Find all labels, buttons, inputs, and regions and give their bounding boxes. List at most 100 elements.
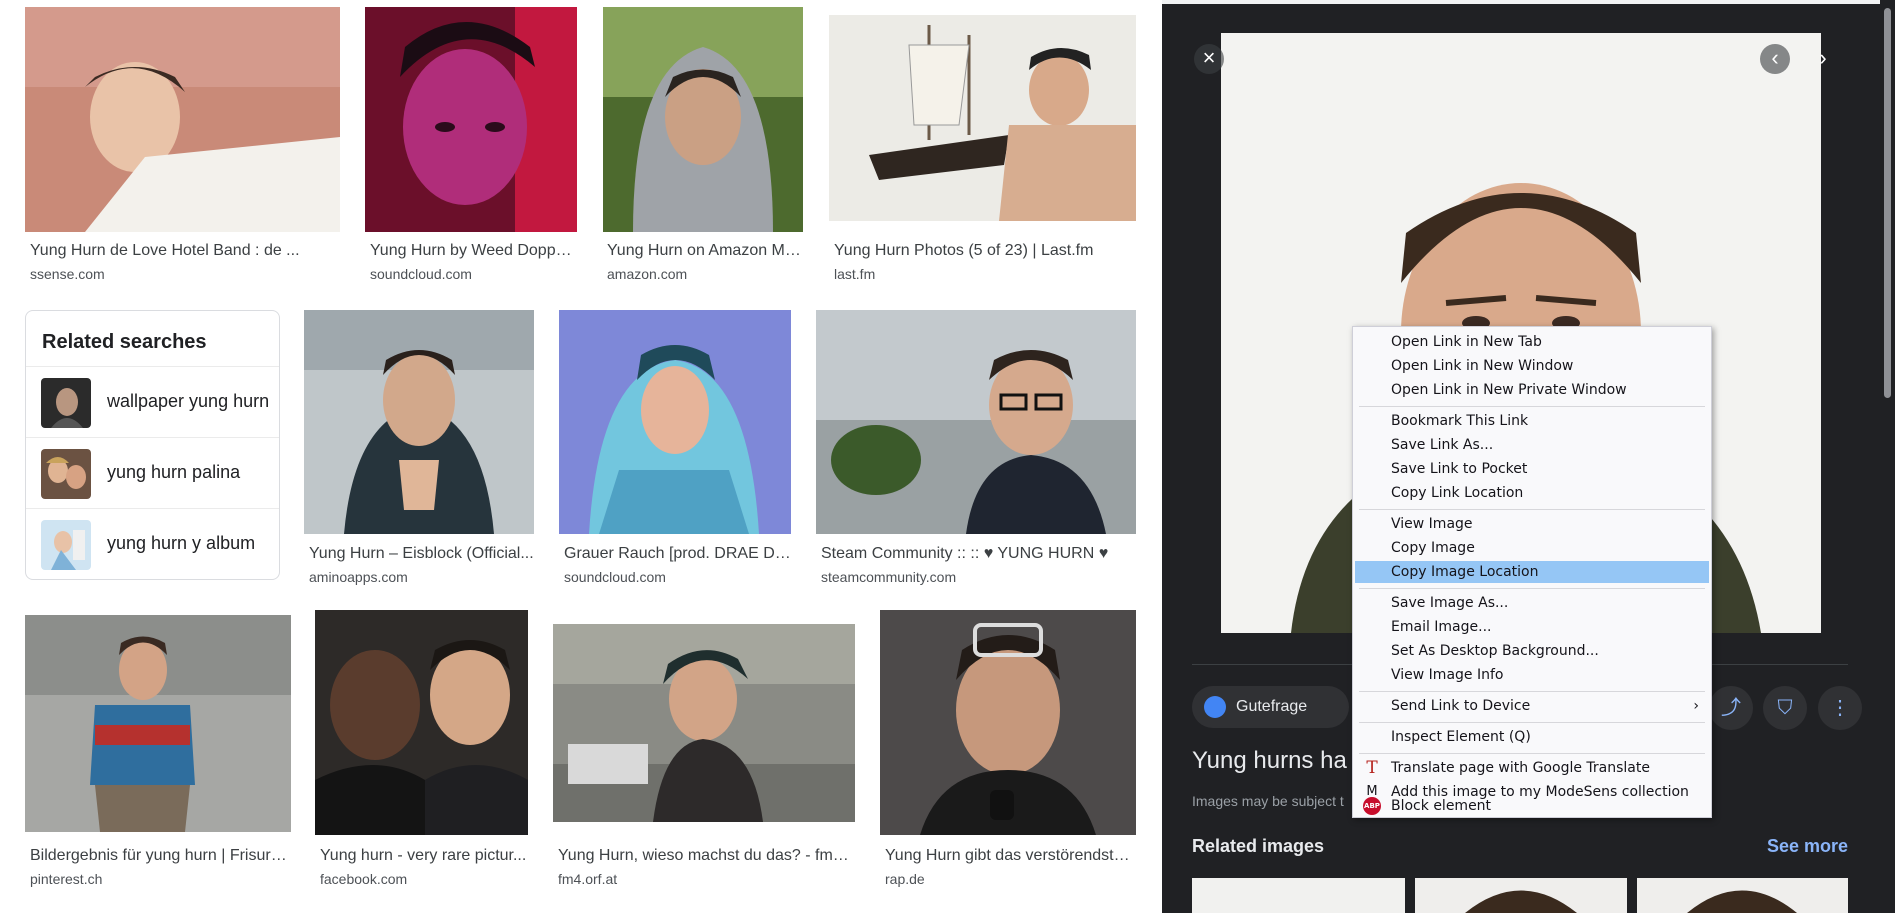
result-title[interactable]: Yung Hurn Photos (5 of 23) | Last.fm — [834, 242, 1136, 260]
result-thumbnail[interactable] — [315, 610, 528, 835]
menu-item-copy-link-location[interactable]: Copy Link Location — [1355, 482, 1709, 504]
related-search-label: yung hurn palina — [107, 462, 241, 482]
bookmark-icon: ⛉ — [1777, 697, 1793, 719]
close-icon: × — [1202, 45, 1216, 70]
result-title[interactable]: Yung Hurn gibt das verstörendste ... — [885, 847, 1136, 865]
menu-item-view-image[interactable]: View Image — [1355, 513, 1709, 535]
related-search-item[interactable]: yung hurn palina — [26, 437, 279, 508]
context-menu: Open Link in New Tab Open Link in New Wi… — [1352, 326, 1712, 818]
menu-separator — [1359, 588, 1705, 589]
result-thumbnail[interactable] — [553, 624, 855, 822]
menu-item-label: Send Link to Device — [1391, 698, 1531, 714]
menu-item-label: Block element — [1391, 798, 1492, 814]
menu-item-block-element[interactable]: ABP Block element — [1355, 795, 1709, 817]
related-search-thumbnail — [41, 378, 91, 428]
menu-item-view-image-info[interactable]: View Image Info — [1355, 664, 1709, 686]
related-search-thumbnail — [41, 449, 91, 499]
share-button[interactable]: ⤴ — [1709, 686, 1753, 730]
related-search-label: yung hurn y album — [107, 533, 256, 553]
previous-image-button[interactable]: ‹ — [1760, 44, 1790, 74]
result-site: steamcommunity.com — [821, 569, 957, 585]
result-title[interactable]: Steam Community :: :: ♥ YUNG HURN ♥ — [821, 545, 1136, 563]
result-site: facebook.com — [320, 871, 408, 887]
menu-item-email-image[interactable]: Email Image... — [1355, 616, 1709, 638]
more-vert-icon: ⋮ — [1830, 697, 1850, 719]
next-image-button[interactable]: › — [1808, 44, 1838, 74]
menu-separator — [1359, 406, 1705, 407]
result-thumbnail[interactable] — [829, 15, 1136, 221]
result-title[interactable]: Yung Hurn by Weed Dopped... — [370, 242, 577, 260]
result-title[interactable]: Yung hurn - very rare pictur... — [320, 847, 528, 865]
submenu-arrow-icon: › — [1693, 698, 1699, 714]
menu-item-save-link-as[interactable]: Save Link As... — [1355, 434, 1709, 456]
menu-item-google-translate[interactable]: T Translate page with Google Translate — [1355, 757, 1709, 779]
result-title[interactable]: Grauer Rauch [prod. DRAE DA ... — [564, 545, 791, 563]
menu-item-send-link-to-device[interactable]: Send Link to Device › — [1355, 695, 1709, 717]
result-thumbnail[interactable] — [25, 615, 291, 832]
menu-separator — [1359, 753, 1705, 754]
result-title[interactable]: Yung Hurn – Eisblock (Official... — [309, 545, 534, 563]
copyright-note: Images may be subject t — [1192, 793, 1344, 809]
see-more-link[interactable]: See more — [1767, 836, 1848, 857]
abp-icon: ABP — [1363, 797, 1381, 815]
related-search-item[interactable]: yung hurn y album — [26, 508, 279, 579]
preview-title[interactable]: Yung hurns ha — [1192, 747, 1347, 775]
related-image-thumbnail[interactable] — [1637, 878, 1848, 913]
related-search-label: wallpaper yung hurn — [107, 391, 270, 411]
result-thumbnail[interactable] — [880, 610, 1136, 835]
chevron-right-icon: › — [1819, 45, 1827, 70]
menu-item-open-link-new-tab[interactable]: Open Link in New Tab — [1355, 331, 1709, 353]
related-searches-card: Related searches wallpaper yung hurn yun… — [25, 310, 280, 580]
menu-separator — [1359, 722, 1705, 723]
result-site: aminoapps.com — [309, 569, 408, 585]
globe-icon — [1204, 696, 1226, 718]
menu-item-save-image-as[interactable]: Save Image As... — [1355, 592, 1709, 614]
related-images-heading: Related images — [1192, 836, 1325, 856]
result-title[interactable]: Yung Hurn de Love Hotel Band : de ... — [30, 242, 340, 260]
menu-item-inspect-element[interactable]: Inspect Element (Q) — [1355, 726, 1709, 748]
scrollbar-thumb[interactable] — [1884, 8, 1891, 398]
result-title[interactable]: Bildergebnis für yung hurn | Frisure... — [30, 847, 291, 865]
menu-separator — [1359, 691, 1705, 692]
result-title[interactable]: Yung Hurn on Amazon Mu... — [607, 242, 803, 260]
result-site: amazon.com — [607, 266, 688, 282]
image-results-grid: Yung Hurn de Love Hotel Band : de ... ss… — [0, 0, 1162, 913]
menu-item-bookmark-link[interactable]: Bookmark This Link — [1355, 410, 1709, 432]
source-chip[interactable]: Gutefrage — [1192, 686, 1349, 728]
result-title[interactable]: Yung Hurn, wieso machst du das? - fm4 ..… — [558, 847, 855, 865]
menu-item-save-link-pocket[interactable]: Save Link to Pocket — [1355, 458, 1709, 480]
menu-item-copy-image-location[interactable]: Copy Image Location — [1355, 561, 1709, 583]
more-options-button[interactable]: ⋮ — [1818, 686, 1862, 730]
menu-separator — [1359, 509, 1705, 510]
scrollbar[interactable] — [1880, 0, 1895, 913]
related-image-thumbnail[interactable] — [1192, 878, 1405, 913]
source-label: Gutefrage — [1236, 698, 1308, 715]
result-thumbnail[interactable] — [603, 7, 803, 232]
save-button[interactable]: ⛉ — [1763, 686, 1807, 730]
related-search-thumbnail — [41, 520, 91, 570]
related-search-item[interactable]: wallpaper yung hurn — [26, 366, 279, 437]
result-site: rap.de — [885, 871, 925, 887]
panel-top-border — [1162, 0, 1895, 4]
close-button[interactable]: × — [1194, 44, 1224, 74]
menu-item-open-link-private-window[interactable]: Open Link in New Private Window — [1355, 379, 1709, 401]
result-thumbnail[interactable] — [365, 7, 577, 232]
share-icon: ⤴ — [1721, 697, 1741, 719]
translate-icon: T — [1366, 758, 1378, 778]
related-image-thumbnail[interactable] — [1415, 878, 1627, 913]
result-thumbnail[interactable] — [816, 310, 1136, 534]
result-thumbnail[interactable] — [559, 310, 791, 534]
related-searches-title: Related searches — [42, 331, 207, 353]
menu-item-copy-image[interactable]: Copy Image — [1355, 537, 1709, 559]
result-thumbnail[interactable] — [304, 310, 534, 534]
menu-item-label: Translate page with Google Translate — [1391, 760, 1650, 776]
result-site: fm4.orf.at — [558, 871, 618, 887]
result-site: pinterest.ch — [30, 871, 103, 887]
result-site: last.fm — [834, 266, 876, 282]
result-thumbnail[interactable] — [25, 7, 340, 232]
result-site: soundcloud.com — [564, 569, 666, 585]
menu-item-open-link-new-window[interactable]: Open Link in New Window — [1355, 355, 1709, 377]
menu-item-set-desktop-background[interactable]: Set As Desktop Background... — [1355, 640, 1709, 662]
chevron-left-icon: ‹ — [1771, 45, 1779, 70]
result-site: soundcloud.com — [370, 266, 472, 282]
